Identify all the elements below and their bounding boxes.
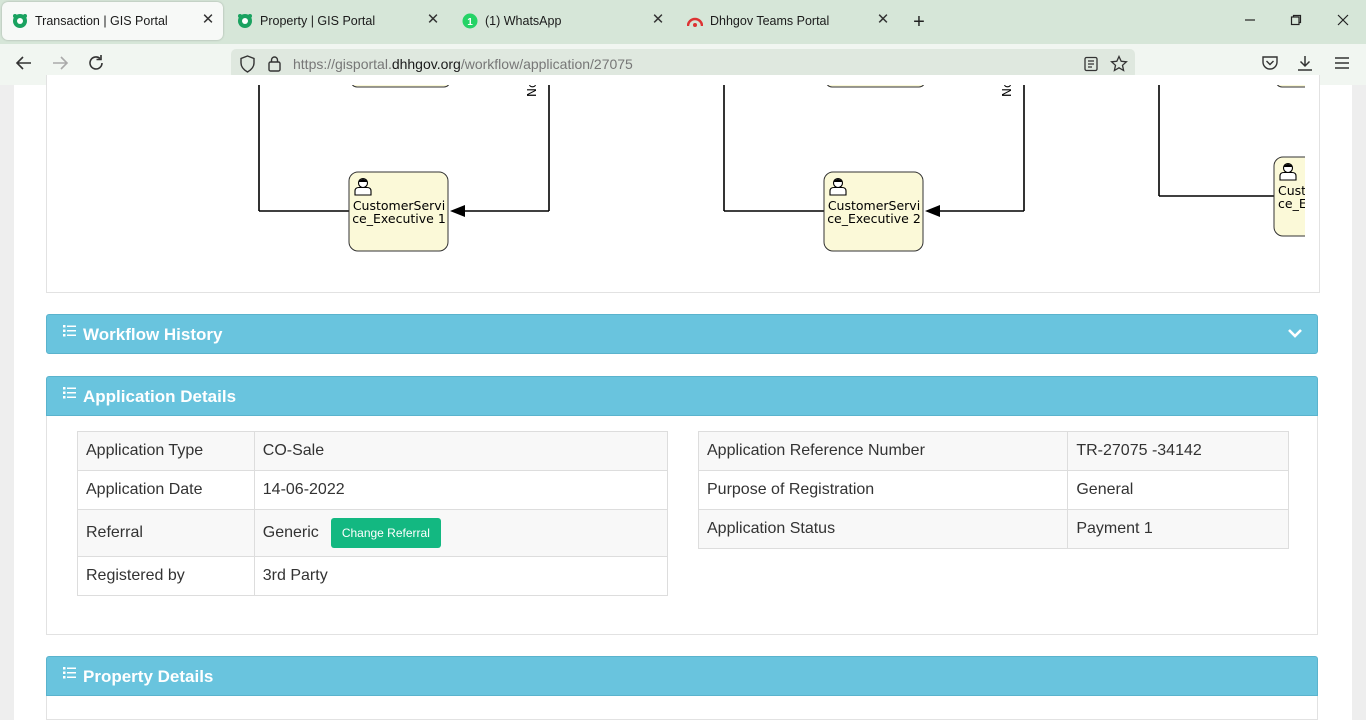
node-label-line2: ce_Executive 1 xyxy=(352,211,446,226)
close-tab-icon[interactable]: ✕ xyxy=(426,12,440,27)
application-details-header[interactable]: Application Details xyxy=(46,376,1318,416)
whatsapp-badge-count: 1 xyxy=(467,17,473,28)
reload-icon xyxy=(89,55,103,70)
referral-cell: Generic Change Referral xyxy=(253,509,669,557)
close-tab-icon[interactable]: ✕ xyxy=(876,12,890,27)
table-row: Application Reference Number TR-27075 -3… xyxy=(697,431,1289,471)
close-window-button[interactable] xyxy=(1333,12,1353,32)
url-path: /workflow/application/27075 xyxy=(460,56,633,72)
table-row: Application Date 14-06-2022 xyxy=(77,470,669,510)
chevron-down-icon[interactable] xyxy=(1287,325,1303,341)
property-details-header[interactable]: Property Details xyxy=(46,656,1318,696)
hamburger-menu-icon xyxy=(1335,57,1349,69)
shield-icon[interactable] xyxy=(239,55,256,73)
download-icon xyxy=(1298,56,1312,71)
tab-title: Dhhgov Teams Portal xyxy=(710,14,830,28)
tab-transaction-gis-portal[interactable]: Transaction | GIS Portal ✕ xyxy=(2,2,223,40)
pocket-button[interactable] xyxy=(1259,54,1281,76)
field-label: Purpose of Registration xyxy=(697,470,1069,510)
workflow-diagram: No CustomerServi ce_Executive 1 No Custo… xyxy=(258,81,1319,252)
table-row: Purpose of Registration General xyxy=(697,470,1289,510)
browser-tab-strip: Transaction | GIS Portal ✕ Property | GI… xyxy=(0,0,1366,44)
url-host: dhhgov.org xyxy=(391,56,461,72)
page-viewport: No CustomerServi ce_Executive 1 No Custo… xyxy=(0,75,1366,720)
field-value: General xyxy=(1067,470,1289,510)
field-label: Referral xyxy=(77,509,255,557)
tab-property-gis-portal[interactable]: Property | GIS Portal ✕ xyxy=(227,2,448,40)
list-icon xyxy=(63,325,76,337)
reader-view-icon[interactable] xyxy=(1083,56,1099,72)
restore-icon xyxy=(1290,14,1302,26)
edge-label-no: No xyxy=(525,81,539,97)
gis-portal-icon xyxy=(13,14,27,28)
node-label-line2: ce_Executive 2 xyxy=(827,211,921,226)
workflow-node-top-3 xyxy=(1276,85,1305,88)
table-row: Application Status Payment 1 xyxy=(697,509,1289,549)
tab-title: (1) WhatsApp xyxy=(485,14,562,28)
workflow-node-customer-service-executive-2[interactable]: CustomerServi ce_Executive 2 xyxy=(823,171,924,252)
tab-dhhgov-teams-portal[interactable]: Dhhgov Teams Portal ✕ xyxy=(677,2,898,40)
close-tab-icon[interactable]: ✕ xyxy=(201,12,215,27)
field-value: 3rd Party xyxy=(253,556,669,596)
app-menu-button[interactable] xyxy=(1331,54,1353,76)
tab-title: Property | GIS Portal xyxy=(260,14,376,28)
application-details-body: Application Type CO-Sale Application Dat… xyxy=(46,416,1318,635)
forward-button[interactable] xyxy=(49,54,71,76)
pocket-icon xyxy=(1262,56,1278,70)
bookmark-star-icon[interactable] xyxy=(1110,55,1128,73)
teams-portal-icon xyxy=(687,17,703,27)
workflow-node-top-2 xyxy=(826,85,925,88)
lock-icon[interactable] xyxy=(267,55,282,72)
edge-label-no: No xyxy=(1000,81,1014,97)
application-details-right-table: Application Reference Number TR-27075 -3… xyxy=(697,431,1289,549)
downloads-button[interactable] xyxy=(1294,54,1316,76)
list-icon xyxy=(63,667,76,679)
url-prefix: https://gisportal. xyxy=(293,56,392,72)
field-value: Payment 1 xyxy=(1067,509,1289,549)
tab-whatsapp[interactable]: 1 (1) WhatsApp ✕ xyxy=(452,2,673,40)
close-tab-icon[interactable]: ✕ xyxy=(651,12,665,27)
property-details-body xyxy=(46,696,1318,720)
back-arrow-icon xyxy=(15,56,31,70)
field-label: Registered by xyxy=(77,556,255,596)
main-content: No CustomerServi ce_Executive 1 No Custo… xyxy=(14,75,1352,720)
node-label-line2: ce_E xyxy=(1278,196,1307,211)
tab-title: Transaction | GIS Portal xyxy=(35,14,168,28)
field-value: TR-27075 -34142 xyxy=(1067,431,1289,471)
field-label: Application Type xyxy=(77,431,255,471)
restore-window-button[interactable] xyxy=(1286,12,1306,32)
application-details-title: Application Details xyxy=(83,387,237,406)
field-label: Application Date xyxy=(77,470,255,510)
workflow-diagram-panel: No CustomerServi ce_Executive 1 No Custo… xyxy=(46,75,1320,293)
field-value: Generic xyxy=(262,524,319,541)
application-details-left-table: Application Type CO-Sale Application Dat… xyxy=(77,431,669,596)
field-label: Application Reference Number xyxy=(697,431,1069,471)
url-text[interactable]: https://gisportal.dhhgov.org/workflow/ap… xyxy=(293,56,633,72)
minimize-icon xyxy=(1245,19,1255,21)
table-row: Registered by 3rd Party xyxy=(77,556,669,596)
change-referral-button[interactable]: Change Referral xyxy=(330,518,441,548)
workflow-node-customer-service-executive-1[interactable]: CustomerServi ce_Executive 1 xyxy=(348,171,449,252)
gis-portal-icon xyxy=(238,14,252,28)
back-button[interactable] xyxy=(13,54,35,76)
workflow-node-top-1 xyxy=(351,85,450,88)
workflow-history-header[interactable]: Workflow History xyxy=(46,314,1318,354)
field-value: CO-Sale xyxy=(253,431,669,471)
forward-arrow-icon xyxy=(53,56,69,70)
close-icon xyxy=(1337,14,1349,26)
table-row: Referral Generic Change Referral xyxy=(77,509,669,557)
field-value: 14-06-2022 xyxy=(253,470,669,510)
reload-button[interactable] xyxy=(85,54,107,76)
field-label: Application Status xyxy=(697,509,1069,549)
workflow-node-customer-service-executive-3[interactable]: Cust ce_E xyxy=(1273,156,1319,237)
workflow-history-title: Workflow History xyxy=(83,325,223,344)
property-details-title: Property Details xyxy=(83,667,214,686)
table-row: Application Type CO-Sale xyxy=(77,431,669,471)
new-tab-button[interactable]: + xyxy=(909,12,929,32)
whatsapp-icon: 1 xyxy=(462,13,478,29)
list-icon xyxy=(63,387,76,399)
minimize-window-button[interactable] xyxy=(1240,12,1260,32)
